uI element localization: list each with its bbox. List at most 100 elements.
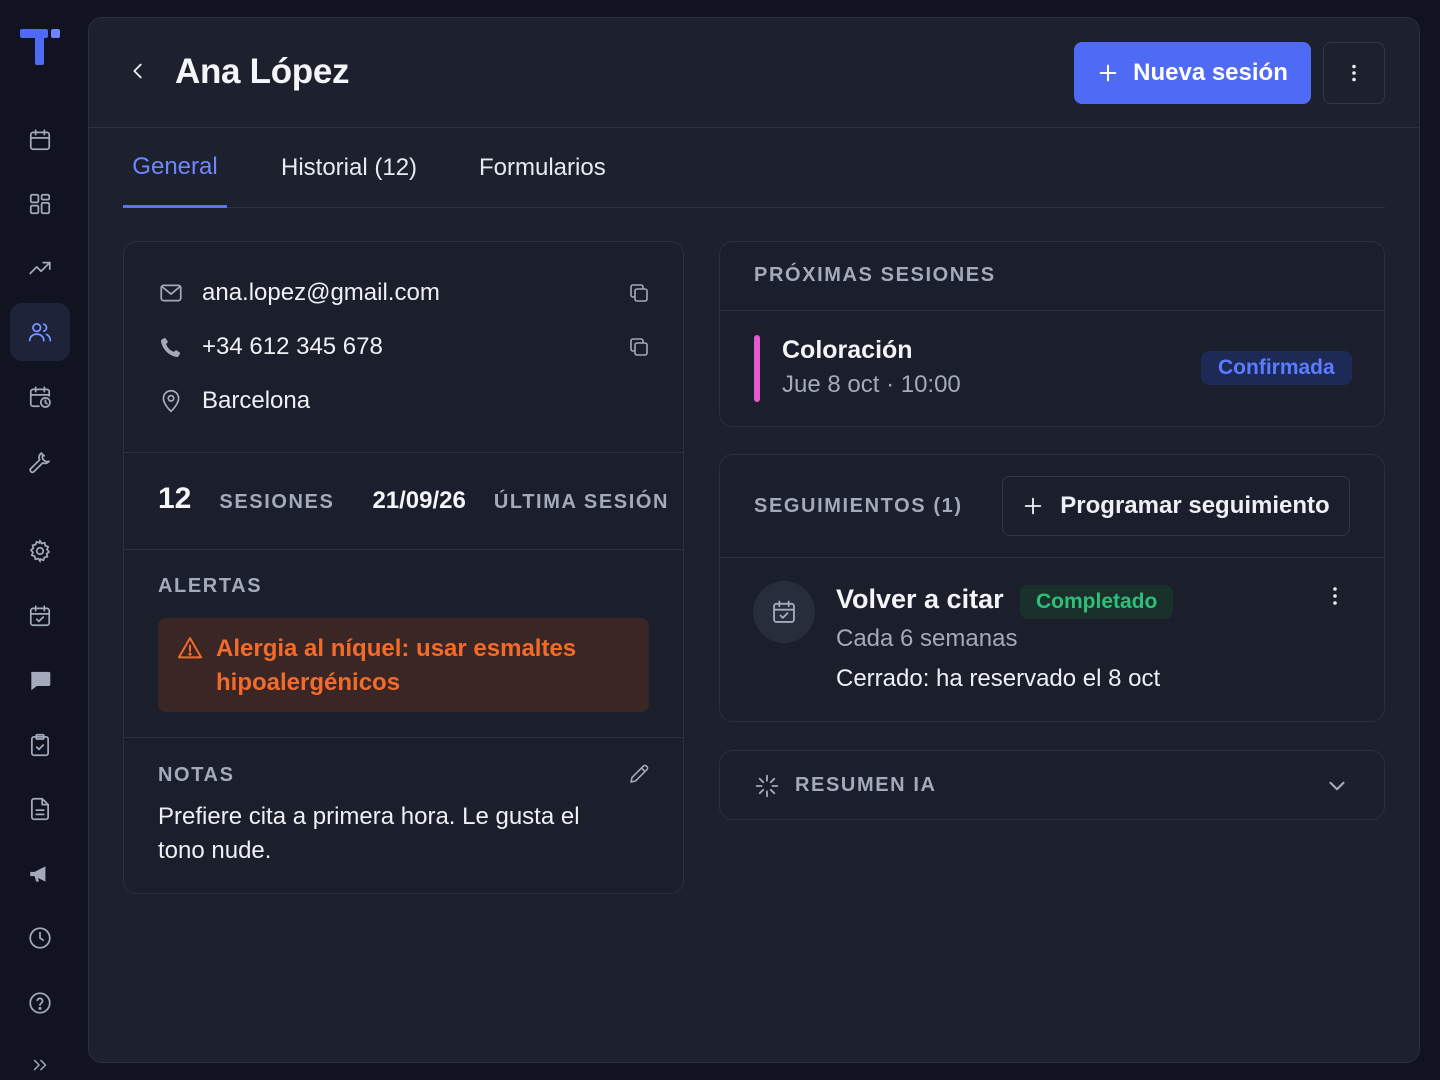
expand-icon: [33, 1059, 47, 1071]
sidebar-item-help[interactable]: [10, 974, 70, 1032]
gear-icon: [29, 539, 51, 563]
schedule-followup-button[interactable]: Programar seguimiento: [1002, 476, 1350, 536]
email-text[interactable]: ana.lopez@gmail.com: [202, 279, 440, 307]
phone-icon: [160, 337, 181, 358]
help-icon: [29, 992, 51, 1014]
chat-icon: [31, 671, 51, 691]
more-vertical-icon: [1333, 587, 1337, 605]
page-title: Ana López: [175, 52, 350, 91]
calendar-check-icon: [773, 600, 795, 623]
sidebar-item-stats[interactable]: [10, 239, 70, 297]
sidebar-item-bookings[interactable]: [10, 587, 70, 645]
divider: [124, 549, 683, 550]
upcoming-sessions-card: PRÓXIMAS SESIONES Coloración Jue 8 oct ·…: [719, 241, 1385, 427]
sidebar-item-tasks[interactable]: [10, 716, 70, 774]
followup-more-button[interactable]: [1320, 581, 1350, 611]
clipboard-check-icon: [31, 733, 49, 757]
phone-text[interactable]: +34 612 345 678: [202, 333, 383, 361]
mail-icon: [160, 284, 182, 302]
calendar-check-icon: [29, 605, 51, 627]
sidebar-item-calendar[interactable]: [10, 111, 70, 169]
loader-icon: [755, 774, 779, 798]
tab-general[interactable]: General: [123, 128, 227, 208]
plus-icon: [1025, 497, 1042, 515]
sidebar-item-history[interactable]: [10, 909, 70, 967]
document-icon: [31, 797, 49, 821]
copy-icon: [630, 284, 648, 302]
notes-heading: NOTAS: [158, 764, 235, 786]
divider: [124, 452, 683, 453]
copy-email-button[interactable]: [624, 278, 654, 308]
sidebar-item-messages[interactable]: [10, 651, 70, 709]
alert-item: Alergia al níquel: usar esmaltes hipoale…: [158, 618, 649, 712]
map-pin-icon: [162, 389, 180, 413]
divider: [720, 310, 1384, 311]
more-options-button[interactable]: [1323, 42, 1385, 104]
schedule-followup-label: Programar seguimiento: [1060, 492, 1330, 519]
upcoming-heading: PRÓXIMAS SESIONES: [754, 264, 996, 286]
sidebar-item-documents[interactable]: [10, 780, 70, 838]
dashboard-icon: [29, 193, 51, 215]
tab-bar: General Historial (12) Formularios: [123, 128, 1385, 208]
divider: [720, 557, 1384, 558]
ai-summary-heading: RESUMEN IA: [795, 774, 937, 796]
followup-title: Volver a citar: [836, 584, 1004, 614]
session-color-marker: [754, 335, 760, 402]
sidebar-item-marketing[interactable]: [10, 845, 70, 903]
contact-email: ana.lopez@gmail.com: [158, 276, 440, 310]
back-button[interactable]: [123, 56, 153, 86]
divider: [124, 737, 683, 738]
app-logo[interactable]: [20, 27, 62, 67]
copy-icon: [630, 338, 648, 356]
notes-text: Prefiere cita a primera hora. Le gusta e…: [158, 803, 580, 864]
users-icon: [28, 323, 52, 342]
last-session-label: ÚLTIMA SESIÓN: [493, 491, 670, 513]
new-session-label: Nueva sesión: [1133, 59, 1288, 86]
status-badge: Confirmada: [1201, 351, 1352, 385]
session-service[interactable]: Coloración: [782, 336, 913, 365]
plus-icon: [1099, 64, 1117, 82]
sessions-label: SESIONES: [219, 491, 335, 513]
edit-notes-button[interactable]: [624, 759, 654, 789]
followup-frequency: Cada 6 semanas: [836, 625, 1018, 652]
followup-result: Cerrado: ha reservado el 8 oct: [836, 665, 1161, 692]
sidebar-expand[interactable]: [10, 1040, 70, 1080]
sidebar-item-dashboard[interactable]: [10, 175, 70, 233]
pencil-icon: [630, 764, 649, 783]
chevron-down-icon: [1329, 781, 1345, 791]
session-stats: 12 SESIONES 21/09/26 ÚLTIMA SESIÓN: [158, 482, 669, 522]
sidebar-item-clients[interactable]: [10, 303, 70, 361]
sidebar-item-agenda[interactable]: [10, 368, 70, 426]
session-datetime: Jue 8 oct · 10:00: [782, 371, 961, 398]
status-badge: Completado: [1020, 585, 1174, 619]
contact-city: Barcelona: [158, 384, 310, 418]
client-detail-panel: Ana López Nueva sesión General Historial…: [88, 17, 1420, 1063]
ai-summary-toggle[interactable]: RESUMEN IA: [719, 750, 1385, 820]
alert-text: Alergia al níquel: usar esmaltes hipoale…: [216, 635, 577, 696]
copy-phone-button[interactable]: [624, 332, 654, 362]
tab-historial[interactable]: Historial (12): [273, 128, 425, 208]
clock-icon: [29, 927, 51, 949]
followups-card: SEGUIMIENTOS (1) Programar seguimiento V…: [719, 454, 1385, 722]
warning-icon: [177, 637, 203, 659]
sessions-count: 12: [158, 482, 192, 515]
new-session-button[interactable]: Nueva sesión: [1074, 42, 1311, 104]
city-text: Barcelona: [202, 387, 311, 414]
trending-up-icon: [29, 261, 51, 275]
followup-avatar: [753, 581, 815, 643]
last-session-date: 21/09/26: [372, 487, 466, 514]
page-header: Ana López Nueva sesión: [89, 18, 1419, 128]
sidebar-item-settings[interactable]: [10, 522, 70, 580]
megaphone-icon: [30, 866, 46, 882]
calendar-clock-icon: [29, 386, 51, 408]
tab-formularios[interactable]: Formularios: [471, 128, 614, 208]
alerts-heading: ALERTAS: [158, 575, 263, 597]
more-vertical-icon: [1352, 64, 1356, 82]
sidebar: [0, 0, 80, 1080]
followups-heading: SEGUIMIENTOS (1): [754, 495, 963, 517]
wrench-icon: [29, 452, 50, 474]
contact-phone: +34 612 345 678: [158, 330, 383, 364]
client-info-card: ana.lopez@gmail.com +34 612 345 678 Barc…: [123, 241, 684, 894]
sidebar-item-tools[interactable]: [10, 432, 70, 490]
calendar-icon: [29, 129, 51, 151]
